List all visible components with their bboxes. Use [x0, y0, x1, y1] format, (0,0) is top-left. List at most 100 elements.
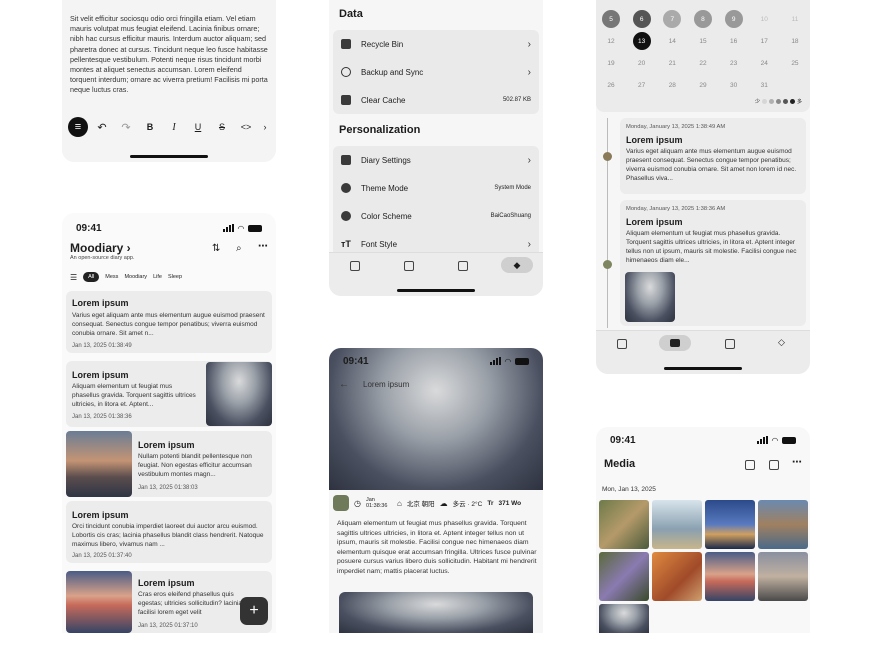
image-filter-icon[interactable] [769, 460, 779, 470]
legend-more-label: 多 [796, 99, 802, 105]
diary-settings-row[interactable]: Diary Settings › [333, 146, 539, 174]
filter-chip-life[interactable]: Life [153, 274, 162, 280]
nav-media-icon[interactable] [725, 339, 735, 349]
media-thumbnail[interactable] [758, 552, 808, 601]
nav-diary-icon[interactable] [350, 261, 360, 271]
back-arrow-icon[interactable]: ← [339, 379, 349, 390]
filter-chip-sleep[interactable]: Sleep [168, 274, 182, 280]
diary-entry-card[interactable]: Lorem ipsum Varius eget aliquam ante mus… [66, 291, 272, 353]
backup-sync-row[interactable]: Backup and Sync › [333, 58, 539, 86]
calendar-day[interactable]: 5 [602, 10, 620, 28]
calendar-day[interactable]: 9 [724, 10, 743, 28]
calendar-day[interactable]: 13 [632, 32, 651, 50]
undo-button[interactable]: ↶ [92, 121, 112, 134]
broom-icon [341, 95, 351, 105]
entry-body: Aliquam elementum ut feugiat mus phasell… [72, 383, 196, 408]
recycle-bin-row[interactable]: Recycle Bin › [333, 30, 539, 58]
entry-date: Jan 13, 2025 01:37:10 [138, 623, 198, 629]
battery-icon [782, 436, 796, 444]
calendar-icon[interactable] [745, 460, 755, 470]
entry-body: Orci tincidunt conubia imperdiet laoreet… [72, 523, 264, 548]
entry-title: Lorem ipsum [72, 510, 129, 520]
calendar-day[interactable]: 8 [693, 10, 712, 28]
sync-icon[interactable]: ⇅ [212, 243, 220, 254]
filter-chip-moodiary[interactable]: Moodiary [124, 274, 147, 280]
nav-settings-icon[interactable]: ◆ [501, 257, 533, 273]
underline-button[interactable]: U [188, 122, 208, 132]
nav-calendar-icon[interactable] [659, 335, 691, 351]
more-icon[interactable]: ⋯ [792, 457, 802, 468]
legend-level [761, 99, 767, 104]
bottom-nav: ◇ [596, 330, 810, 374]
clear-cache-row[interactable]: Clear Cache 502.87 KB [333, 86, 539, 114]
media-thumbnail[interactable] [599, 500, 649, 549]
calendar-day[interactable]: 31 [755, 76, 773, 94]
calendar-day[interactable]: 29 [694, 76, 712, 94]
bold-button[interactable]: B [140, 122, 160, 132]
color-scheme-row[interactable]: Color Scheme BaiCaoShuang [333, 202, 539, 230]
timeline-entry[interactable]: Monday, January 13, 2025 1:38:49 AM Lore… [620, 118, 806, 194]
media-thumbnail[interactable] [652, 552, 702, 601]
calendar-day[interactable]: 21 [663, 54, 681, 72]
media-thumbnail[interactable] [758, 500, 808, 549]
calendar-day[interactable]: 7 [663, 10, 682, 28]
calendar-day[interactable]: 6 [632, 10, 651, 28]
media-thumbnail[interactable] [705, 500, 755, 549]
nav-settings-icon[interactable]: ◇ [778, 337, 785, 348]
redo-button[interactable]: ↷ [116, 121, 136, 134]
nav-diary-icon[interactable] [617, 339, 627, 349]
calendar-day[interactable]: 12 [602, 32, 620, 50]
media-thumbnail[interactable] [599, 552, 649, 601]
theme-mode-row[interactable]: Theme Mode System Mode [333, 174, 539, 202]
calendar-week-row: 5 6 7 8 9 10 11 [602, 8, 804, 30]
calendar-day[interactable]: 17 [755, 32, 773, 50]
calendar-day[interactable]: 23 [725, 54, 743, 72]
calendar-day[interactable]: 19 [602, 54, 620, 72]
battery-icon [248, 224, 262, 232]
home-indicator [130, 155, 208, 158]
diary-entry-card[interactable]: Lorem ipsum Aliquam elementum ut feugiat… [66, 361, 272, 427]
add-entry-button[interactable]: + [240, 597, 268, 625]
more-icon[interactable]: ⋯ [258, 241, 268, 252]
diary-entry-card[interactable]: Lorem ipsum Orci tincidunt conubia imper… [66, 501, 272, 563]
app-subtitle: An open-source diary app. [70, 255, 135, 261]
filter-menu-icon[interactable]: ☰ [70, 273, 77, 282]
italic-button[interactable]: I [164, 122, 184, 133]
timeline-image [625, 272, 675, 322]
calendar-day[interactable]: 28 [663, 76, 681, 94]
timeline-dot [603, 260, 612, 269]
calendar-day[interactable]: 27 [633, 76, 651, 94]
more-tools-button[interactable]: › [260, 122, 270, 132]
calendar-day[interactable]: 18 [786, 32, 804, 50]
word-count-icon: Tr [487, 499, 494, 507]
filter-chip-all[interactable]: All [83, 272, 100, 282]
entry-title: Lorem ipsum [72, 370, 129, 380]
filter-chip-mess[interactable]: Mess [105, 274, 118, 280]
calendar-day[interactable]: 20 [633, 54, 651, 72]
row-label: Backup and Sync [361, 67, 424, 77]
media-thumbnail[interactable] [599, 604, 649, 633]
strikethrough-button[interactable]: S [212, 122, 232, 132]
media-thumbnail[interactable] [705, 552, 755, 601]
home-indicator [397, 289, 475, 292]
calendar-day[interactable]: 10 [755, 10, 773, 28]
calendar-day[interactable]: 26 [602, 76, 620, 94]
nav-media-icon[interactable] [458, 261, 468, 271]
calendar-day[interactable]: 22 [694, 54, 712, 72]
code-button[interactable]: <> [236, 122, 256, 132]
calendar-day[interactable]: 14 [663, 32, 681, 50]
calendar-day[interactable]: 16 [725, 32, 743, 50]
search-icon[interactable]: ⌕ [236, 243, 242, 254]
row-label: Font Style [361, 239, 398, 249]
editor-text[interactable]: Sit velit efficitur sociosqu odio orci f… [70, 14, 268, 96]
media-thumbnail[interactable] [652, 500, 702, 549]
calendar-day[interactable]: 24 [755, 54, 773, 72]
diary-entry-card[interactable]: Lorem ipsum Nullam potenti blandit pelle… [66, 431, 272, 497]
calendar-day[interactable]: 15 [694, 32, 712, 50]
list-format-button[interactable]: ≡ [68, 117, 88, 137]
calendar-day[interactable]: 25 [786, 54, 804, 72]
calendar-day[interactable]: 30 [725, 76, 743, 94]
calendar-day[interactable]: 11 [786, 10, 804, 28]
timeline-entry[interactable]: Monday, January 13, 2025 1:38:36 AM Lore… [620, 200, 806, 326]
nav-calendar-icon[interactable] [404, 261, 414, 271]
